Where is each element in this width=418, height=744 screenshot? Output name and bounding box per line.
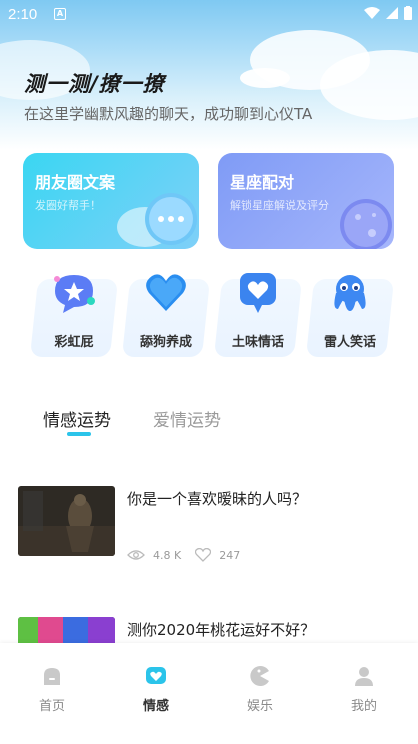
like-heart-icon[interactable]	[195, 548, 212, 562]
active-tab-indicator	[67, 432, 91, 436]
article-question: 测你2020年桃花运好不好？	[127, 621, 316, 639]
heart-message-icon	[240, 273, 276, 313]
star-chat-icon	[54, 275, 95, 313]
wifi-icon	[364, 7, 380, 19]
tile-simp-training[interactable]: 舔狗养成	[121, 274, 211, 357]
status-icons	[364, 6, 412, 20]
nav-home[interactable]: 首页	[22, 665, 82, 714]
tile-label: 彩虹屁	[54, 335, 94, 350]
tile-cheesy-lines[interactable]: 土味情话	[213, 273, 303, 357]
tile-label: 雷人笑话	[323, 335, 376, 350]
battery-icon	[404, 6, 412, 20]
moments-copy-card[interactable]: 朋友圈文案 发圈好帮手！	[23, 153, 199, 249]
card-subtitle: 解锁星座解说及评分	[230, 199, 329, 212]
page-title: 测一测/撩一撩	[24, 72, 165, 96]
card-title: 星座配对	[230, 173, 295, 192]
tile-bad-jokes[interactable]: 雷人笑话	[305, 275, 395, 357]
heart-icon	[146, 667, 166, 684]
card-title: 朋友圈文案	[35, 173, 116, 192]
article-thumbnail	[18, 486, 115, 556]
status-time: 2:10	[8, 6, 38, 23]
home-icon	[44, 668, 60, 685]
page-subtitle: 在这里学幽默风趣的聊天，成功聊到心仪TA	[24, 105, 313, 123]
signal-icon	[386, 7, 398, 19]
nav-label: 情感	[142, 699, 169, 714]
tile-label: 土味情话	[231, 335, 284, 350]
nav-profile[interactable]: 我的	[334, 665, 394, 714]
planet-icon	[340, 199, 392, 249]
nav-label: 娱乐	[246, 699, 273, 714]
tab-emotional-fortune[interactable]: 情感运势	[43, 406, 111, 431]
notification-a-icon: A	[54, 8, 66, 20]
user-icon	[355, 667, 373, 686]
bottom-navigation: 首页 情感 娱乐 我的	[0, 643, 418, 744]
zodiac-match-card[interactable]: 星座配对 解锁星座解说及评分	[218, 153, 394, 249]
heart-icon	[146, 274, 186, 311]
like-count: 247	[219, 548, 241, 562]
eye-icon	[127, 550, 145, 560]
tab-love-fortune[interactable]: 爱情运势	[153, 406, 221, 431]
tile-label: 舔狗养成	[139, 335, 192, 350]
list-item[interactable]: 你是一个喜欢暧昧的人吗？ 4.8 K 247	[18, 486, 416, 566]
nav-entertainment[interactable]: 娱乐	[230, 665, 290, 714]
article-meta: 4.8 K 247	[127, 548, 240, 562]
status-bar: 2:10 A	[0, 0, 418, 28]
pacman-icon	[250, 666, 269, 686]
octopus-icon	[334, 275, 366, 311]
view-count: 4.8 K	[153, 548, 182, 562]
cloud-decoration	[240, 68, 290, 88]
nav-label: 首页	[38, 699, 65, 714]
nav-emotion[interactable]: 情感	[126, 665, 186, 714]
nav-label: 我的	[350, 699, 377, 714]
article-question: 你是一个喜欢暧昧的人吗？	[127, 490, 308, 508]
chat-bubble-icon	[117, 193, 197, 247]
tile-rainbow-fart[interactable]: 彩虹屁	[29, 275, 119, 357]
card-subtitle: 发圈好帮手！	[35, 199, 101, 212]
